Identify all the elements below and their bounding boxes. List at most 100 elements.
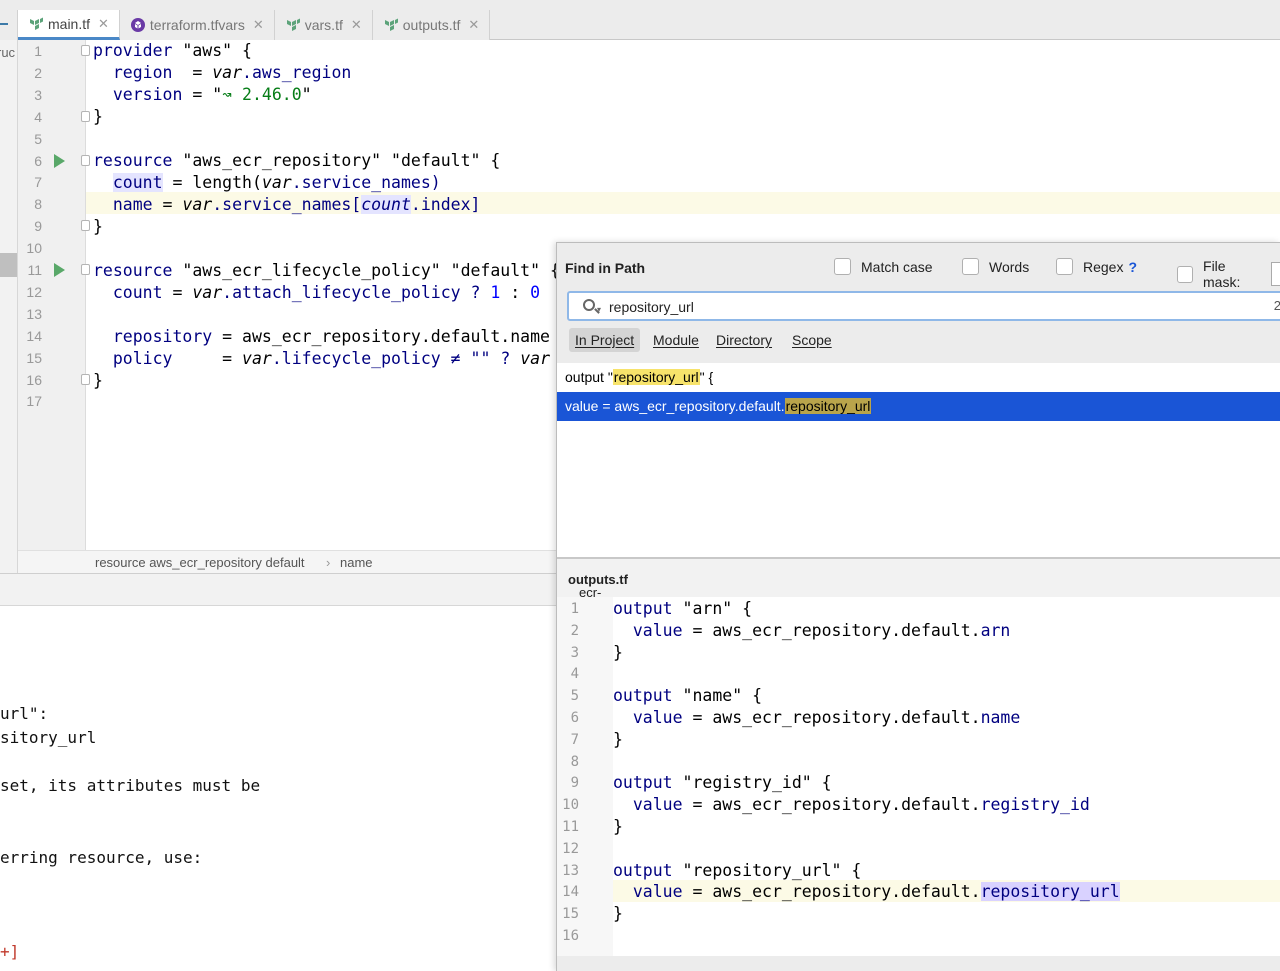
result-match: repository_url [784, 398, 872, 414]
line-number: 13 [26, 305, 42, 322]
preview-line-number: 13 [562, 862, 579, 879]
code-line-11: resource "aws_ecr_lifecycle_policy" "def… [93, 261, 560, 280]
tab-label: outputs.tf [402, 17, 461, 33]
line-number: 5 [34, 130, 42, 147]
fold-marker-icon[interactable] [81, 110, 90, 122]
search-icon[interactable] [583, 299, 595, 311]
code-line-12: count = var.attach_lifecycle_policy ? 1 … [93, 283, 541, 302]
code-line-3: version = "↝ 2.46.0" [93, 85, 312, 104]
search-input[interactable] [609, 297, 1209, 317]
preview-line-number: 4 [570, 666, 579, 683]
scope-tab-module[interactable]: Module [653, 332, 699, 348]
fold-marker-icon[interactable] [81, 373, 90, 385]
preview-line-number: 5 [570, 688, 579, 705]
close-icon[interactable]: ✕ [351, 17, 362, 33]
line-number: 2 [34, 64, 42, 81]
minus-icon [0, 23, 8, 25]
code-line-8: name = var.service_names[count.index] [93, 195, 481, 214]
line-number: 3 [34, 86, 42, 103]
fold-marker-icon[interactable] [81, 154, 90, 166]
search-result-row[interactable]: output "repository_url" { [557, 363, 1280, 392]
scope-tab-in-project[interactable]: In Project [569, 328, 641, 352]
preview-line-number: 11 [562, 819, 579, 835]
preview-file-path: ecr-services/outputs.tf [557, 557, 1280, 615]
tab-main-tf[interactable]: main.tf ✕ [18, 10, 120, 40]
file-mask-label: File mask: [1203, 258, 1241, 290]
doc-line: set, its attributes must be [0, 776, 261, 795]
close-icon[interactable]: ✕ [253, 17, 264, 33]
preview-line-number: 8 [570, 753, 579, 770]
code-line-14: repository = aws_ecr_repository.default.… [93, 327, 550, 346]
file-mask-option[interactable]: File mask: [1177, 258, 1280, 290]
tab-label: main.tf [48, 15, 91, 32]
preview-line-number: 6 [570, 710, 579, 726]
code-line-6: resource "aws_ecr_repository" "default" … [93, 151, 501, 170]
scope-tab-directory[interactable]: Directory [716, 332, 772, 348]
line-number: 12 [26, 283, 42, 300]
line-number: 10 [26, 240, 42, 257]
regex-option[interactable]: Regex? [1056, 258, 1137, 275]
tab-label: terraform.tfvars [149, 17, 245, 33]
words-option[interactable]: Words [962, 258, 1029, 275]
preview-code-line: value = aws_ecr_repository.default.name [613, 708, 1021, 727]
collapse-panel-button[interactable] [0, 10, 18, 40]
search-history-icon: ▾ [597, 305, 602, 314]
file-mask-field[interactable] [1270, 262, 1280, 286]
tab-vars-tf[interactable]: vars.tf ✕ [274, 10, 373, 40]
file-mask-checkbox[interactable] [1177, 265, 1194, 283]
preview-line-number: 16 [562, 928, 579, 944]
line-number: 8 [34, 196, 42, 213]
code-line-15: policy = var.lifecycle_policy ≠ "" ? var [93, 349, 551, 368]
tab-terraform-tfvars[interactable]: terraform.tfvars ✕ [119, 10, 275, 40]
preview-line-number: 9 [570, 775, 579, 792]
run-gutter-icon[interactable] [54, 153, 65, 168]
breadcrumb-item-resource[interactable]: resource aws_ecr_repository default [95, 555, 305, 570]
doc-line: url": [0, 704, 49, 723]
line-number: 16 [26, 371, 42, 388]
structure-panel: ruc [0, 40, 18, 573]
find-in-path-dialog: Find in Path Match case Words Regex? Fil… [556, 242, 1280, 971]
code-line-7: count = length(var.service_names) [112, 173, 441, 192]
fold-marker-icon[interactable] [81, 220, 90, 232]
line-number: 14 [26, 327, 42, 344]
close-icon[interactable]: ✕ [468, 17, 479, 33]
fold-marker-icon[interactable] [81, 264, 90, 275]
preview-gutter: 1 2 3 4 5 6 7 8 9 10 11 12 13 14 15 16 [557, 597, 613, 957]
tab-label: vars.tf [304, 17, 343, 33]
fold-marker-icon[interactable] [81, 45, 90, 56]
regex-help-icon[interactable]: ? [1128, 259, 1137, 275]
close-icon[interactable]: ✕ [98, 16, 109, 32]
match-case-label: Match case [861, 258, 933, 275]
terraform-icon [28, 16, 44, 32]
result-text: output " [565, 369, 613, 385]
run-gutter-icon[interactable] [54, 263, 65, 277]
terraform-icon [285, 17, 301, 33]
line-number: 11 [27, 262, 42, 278]
match-case-option[interactable]: Match case [834, 258, 933, 275]
words-checkbox[interactable] [962, 258, 979, 275]
tab-outputs-tf[interactable]: outputs.tf ✕ [372, 10, 491, 40]
documentation-panel-header [0, 574, 556, 606]
match-case-checkbox[interactable] [834, 258, 851, 275]
editor-tabs: main.tf ✕ terraform.tfvars ✕ vars.tf ✕ outputs… [18, 10, 491, 40]
preview-code-line: value = aws_ecr_repository.default.repos… [613, 882, 1120, 902]
match-count: 2 [1273, 298, 1280, 313]
breadcrumb-item-name[interactable]: name [340, 555, 373, 570]
preview-line-number: 3 [570, 644, 579, 661]
preview-code-line: output "repository_url" { [613, 860, 862, 880]
preview-line-number: 7 [570, 731, 579, 748]
scope-tab-scope[interactable]: Scope [792, 332, 832, 348]
doc-line: erring resource, use: [0, 848, 203, 867]
search-result-row-selected[interactable]: value = aws_ecr_repository.default.repos… [557, 392, 1280, 421]
search-field[interactable]: ▾ 2 [567, 291, 1280, 321]
preview-line-number: 14 [562, 884, 579, 901]
result-match: repository_url [612, 369, 700, 385]
terraform-vars-icon [130, 17, 146, 33]
terraform-icon [383, 17, 399, 33]
result-text: " { [699, 369, 714, 385]
preview-editor[interactable]: 1 2 3 4 5 6 7 8 9 10 11 12 13 14 15 16 output "arn" { v… [557, 597, 1280, 971]
regex-checkbox[interactable] [1056, 258, 1073, 275]
preview-line-number: 15 [562, 906, 579, 923]
preview-code-line: value = aws_ecr_repository.default.arn [613, 620, 1011, 640]
line-number: 6 [34, 152, 42, 169]
